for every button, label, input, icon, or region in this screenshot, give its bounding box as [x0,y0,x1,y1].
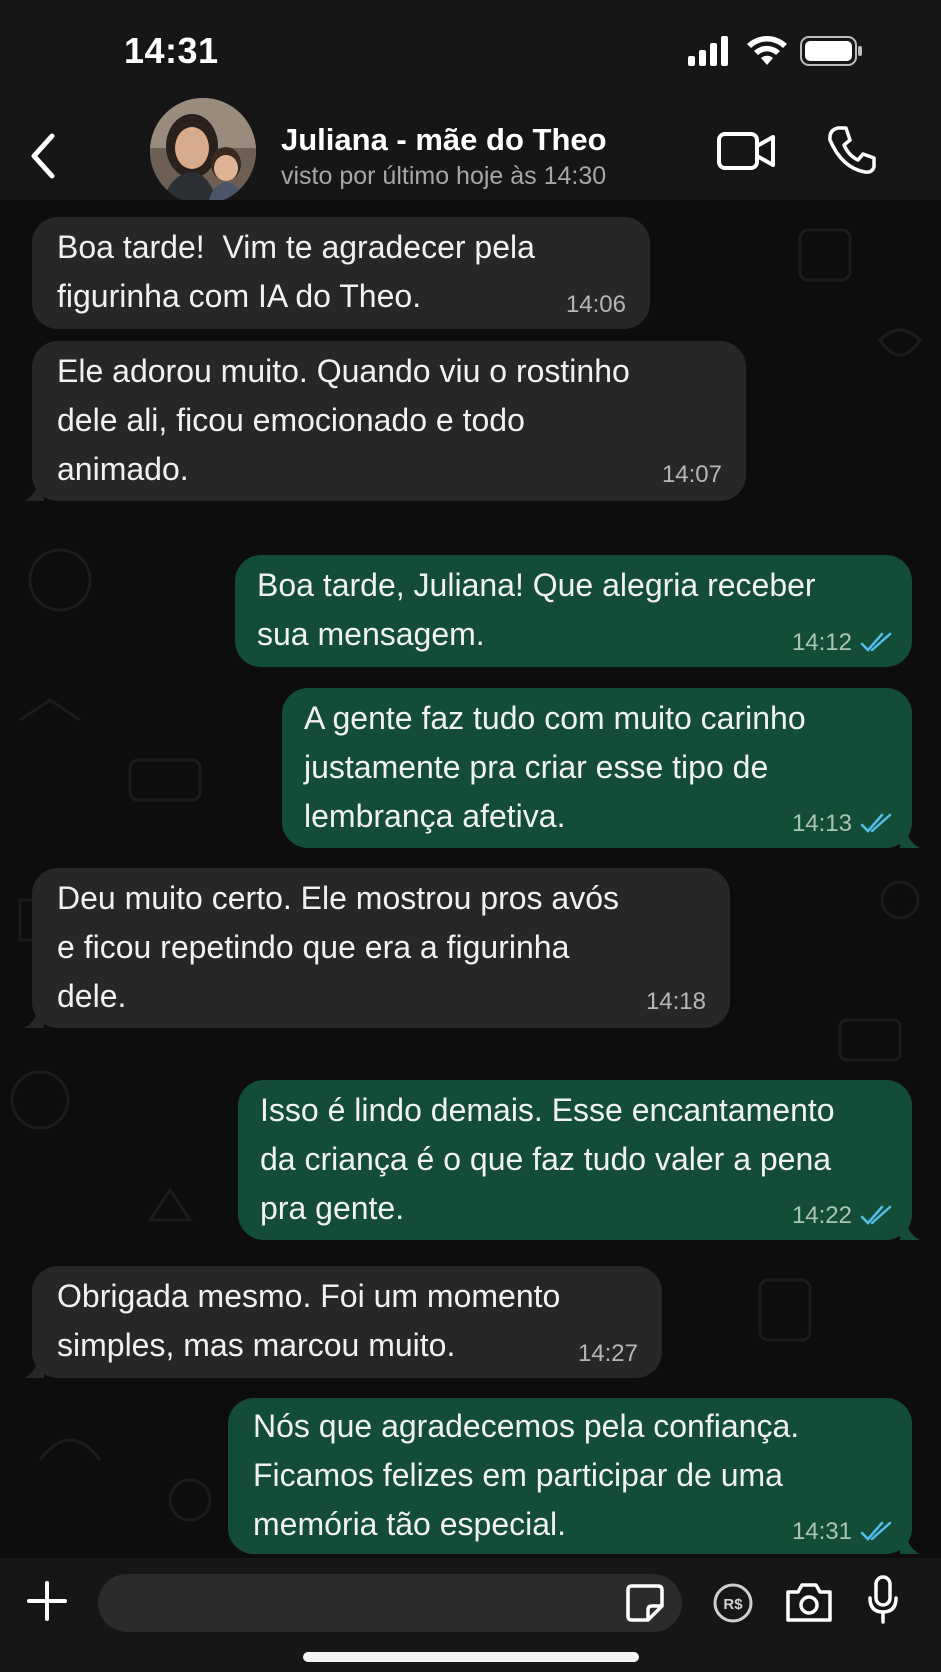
message-meta: 14:22 [792,1202,892,1230]
message-bubble-outgoing[interactable]: Nós que agradecemos pela confiança. Fica… [228,1398,920,1554]
home-indicator [303,1652,639,1662]
message-time: 14:07 [662,461,722,489]
double-check-icon [860,1521,892,1541]
message-bubble-outgoing[interactable]: Isso é lindo demais. Esse encantamento d… [238,1080,920,1240]
bubble-tail [900,1534,920,1554]
back-button[interactable] [22,128,70,184]
message-bubble-outgoing[interactable]: Boa tarde, Juliana! Que alegria receber … [235,555,912,667]
contact-last-seen: visto por último hoje às 14:30 [281,162,607,190]
camera-button[interactable] [784,1580,834,1624]
message-text: Boa tarde, Juliana! Que alegria receber … [257,567,816,652]
contact-avatar[interactable] [150,98,256,204]
wifi-icon [747,36,787,65]
message-text: Isso é lindo demais. Esse encantamento d… [260,1092,835,1226]
bubble-tail [24,1008,44,1028]
message-text: Deu muito certo. Ele mostrou pros avós e… [57,880,620,1014]
message-bubble-outgoing[interactable]: A gente faz tudo com muito carinho justa… [282,688,920,848]
message-time-text: 14:13 [791,810,852,837]
message-text: A gente faz tudo com muito carinho justa… [304,700,806,834]
message-input[interactable] [98,1574,682,1632]
message-time-text: 14:22 [791,1202,852,1229]
bubble-tail [900,1220,920,1240]
contact-name[interactable]: Juliana - mãe do Theo [281,122,607,158]
message-meta: 14:31 [792,1518,892,1546]
message-text: Boa tarde! Vim te agradecer pela figurin… [57,229,535,314]
message-time-text: 14:07 [661,461,722,488]
message-time-text: 14:18 [645,988,706,1015]
message-meta: 14:12 [792,629,892,657]
message-time-text: 14:31 [791,1518,852,1545]
message-composer: R$ [0,1558,941,1672]
battery-icon [800,36,862,66]
message-time: 14:27 [578,1340,638,1368]
attach-plus-button[interactable] [26,1580,68,1622]
microphone-button[interactable] [866,1574,900,1626]
svg-text:R$: R$ [723,1596,743,1613]
message-text: Ele adorou muito. Quando viu o rostinho … [57,353,630,487]
double-check-icon [860,1205,892,1225]
bubble-tail [900,828,920,848]
double-check-icon [860,813,892,833]
message-bubble-incoming[interactable]: Obrigada mesmo. Foi um momento simples, … [24,1266,662,1378]
message-time-text: 14:06 [565,291,626,318]
message-meta: 14:13 [792,810,892,838]
message-bubble-incoming[interactable]: Ele adorou muito. Quando viu o rostinho … [24,341,746,501]
status-bar: 14:31 [0,0,941,112]
cellular-signal-icon [688,36,728,66]
message-time-text: 14:27 [577,1340,638,1367]
chat-area[interactable]: Boa tarde! Vim te agradecer pela figurin… [0,200,941,1558]
message-time: 14:06 [566,291,626,319]
chat-header: Juliana - mãe do Theo visto por último h… [0,98,941,204]
message-time: 14:18 [646,988,706,1016]
message-time-text: 14:12 [791,629,852,656]
message-bubble-incoming[interactable]: Deu muito certo. Ele mostrou pros avós e… [24,868,730,1028]
double-check-icon [860,632,892,652]
video-call-button[interactable] [716,128,776,174]
status-time: 14:31 [124,30,219,71]
voice-call-button[interactable] [826,124,876,176]
message-bubble-incoming[interactable]: Boa tarde! Vim te agradecer pela figurin… [32,217,650,329]
sticker-button[interactable] [624,1582,666,1624]
message-text: Obrigada mesmo. Foi um momento simples, … [57,1278,561,1363]
bubble-tail [24,481,44,501]
message-text: Nós que agradecemos pela confiança. Fica… [253,1408,800,1542]
avatar-photo [150,98,256,204]
payment-button[interactable]: R$ [712,1582,754,1624]
bubble-tail [24,1358,44,1378]
